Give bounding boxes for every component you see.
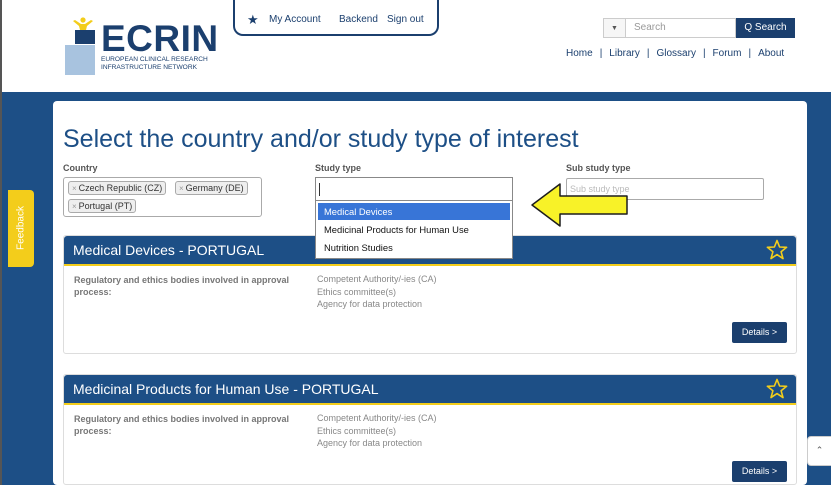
details-button[interactable]: Details > [732, 322, 787, 343]
search-input[interactable]: Search [625, 18, 736, 38]
card-body-item: Agency for data protection [317, 299, 423, 309]
dropdown-option[interactable]: Medical Devices [318, 203, 510, 220]
favorite-star-icon[interactable] [765, 238, 789, 262]
card-title: Medicinal Products for Human Use - PORTU… [73, 381, 379, 397]
card-title: Medical Devices - PORTUGAL [73, 242, 265, 258]
country-tag[interactable]: × Portugal (PT) [68, 199, 137, 213]
dropdown-option[interactable]: Medicinal Products for Human Use [318, 221, 510, 238]
feedback-tab[interactable]: Feedback [8, 190, 34, 267]
logo-subtitle: EUROPEAN CLINICAL RESEARCH INFRASTRUCTUR… [101, 56, 208, 72]
nav-glossary[interactable]: Glossary [656, 48, 695, 59]
study-type-dropdown: Medical Devices Medicinal Products for H… [315, 200, 513, 259]
country-multiselect[interactable]: × Czech Republic (CZ) × Germany (DE) × Port… [63, 177, 262, 217]
country-tag[interactable]: × Czech Republic (CZ) [68, 181, 167, 195]
nav-divider: | [646, 48, 650, 59]
window-edge [0, 0, 2, 485]
sign-out-link[interactable]: Sign out [387, 14, 424, 25]
nav-divider: | [748, 48, 752, 59]
nav-library[interactable]: Library [609, 48, 640, 59]
favorite-star-icon[interactable] [765, 377, 789, 401]
card-body-item: Ethics committee(s) [317, 425, 397, 436]
dropdown-option[interactable]: Nutrition Studies [318, 239, 510, 256]
details-button[interactable]: Details > [732, 461, 787, 482]
card-body-item: Competent Authority/-ies (CA) [317, 274, 437, 284]
my-account-link[interactable]: My Account [269, 14, 321, 25]
page-title: Select the country and/or study type of … [63, 125, 579, 153]
country-tag-label: Czech Republic (CZ) [78, 183, 163, 193]
card-bodies-list: Competent Authority/-ies (CA) Ethics com… [317, 412, 437, 450]
sub-study-type-label: Sub study type [566, 163, 631, 173]
nav-forum[interactable]: Forum [713, 48, 742, 59]
ecrin-logo[interactable]: ECRIN EUROPEAN CLINICAL RESEARCH INFRAST… [65, 17, 235, 79]
logo-blue-square [65, 45, 95, 75]
card-body-item: Competent Authority/-ies (CA) [317, 413, 437, 423]
account-menu: ★ My Account Backend Sign out [233, 0, 439, 36]
card-body-item: Agency for data protection [317, 438, 423, 448]
remove-tag-icon[interactable]: × [72, 202, 77, 211]
result-card: Medicinal Products for Human Use - PORTU… [63, 374, 797, 485]
search-scope-dropdown[interactable]: ▼ [603, 18, 625, 38]
nav-home[interactable]: Home [566, 48, 593, 59]
card-bodies-list: Competent Authority/-ies (CA) Ethics com… [317, 273, 437, 311]
country-tag[interactable]: × Germany (DE) [175, 181, 248, 195]
star-icon: ★ [247, 12, 259, 27]
card-bodies-label: Regulatory and ethics bodies involved in… [74, 414, 290, 436]
feedback-label: Feedback [15, 206, 27, 250]
country-label: Country [63, 163, 98, 173]
yellow-arrow-icon [531, 183, 628, 227]
search-button[interactable]: Q Search [736, 18, 795, 38]
scroll-to-top-button[interactable]: ⌃ [807, 436, 831, 466]
nav-about[interactable]: About [758, 48, 784, 59]
card-header: Medicinal Products for Human Use - PORTU… [64, 375, 796, 405]
card-body-item: Ethics committee(s) [317, 286, 397, 297]
text-caret [319, 183, 320, 196]
remove-tag-icon[interactable]: × [72, 184, 77, 193]
nav-divider: | [599, 48, 603, 59]
country-tag-label: Portugal (PT) [78, 201, 133, 211]
top-navigation: Home | Library | Glossary | Forum | About [566, 48, 784, 59]
backend-link[interactable]: Backend [339, 14, 378, 25]
study-type-label: Study type [315, 163, 362, 173]
card-bodies-label: Regulatory and ethics bodies involved in… [74, 275, 290, 297]
logo-wordmark: ECRIN [101, 18, 219, 59]
logo-subtitle-line1: EUROPEAN CLINICAL RESEARCH [101, 56, 208, 63]
country-tag-label: Germany (DE) [185, 183, 244, 193]
study-type-input[interactable] [315, 177, 513, 201]
logo-navy-square [75, 30, 95, 44]
remove-tag-icon[interactable]: × [179, 184, 184, 193]
search-bar: ▼ Search Q Search [603, 18, 795, 38]
nav-divider: | [702, 48, 706, 59]
logo-subtitle-line2: INFRASTRUCTURE NETWORK [101, 64, 197, 71]
